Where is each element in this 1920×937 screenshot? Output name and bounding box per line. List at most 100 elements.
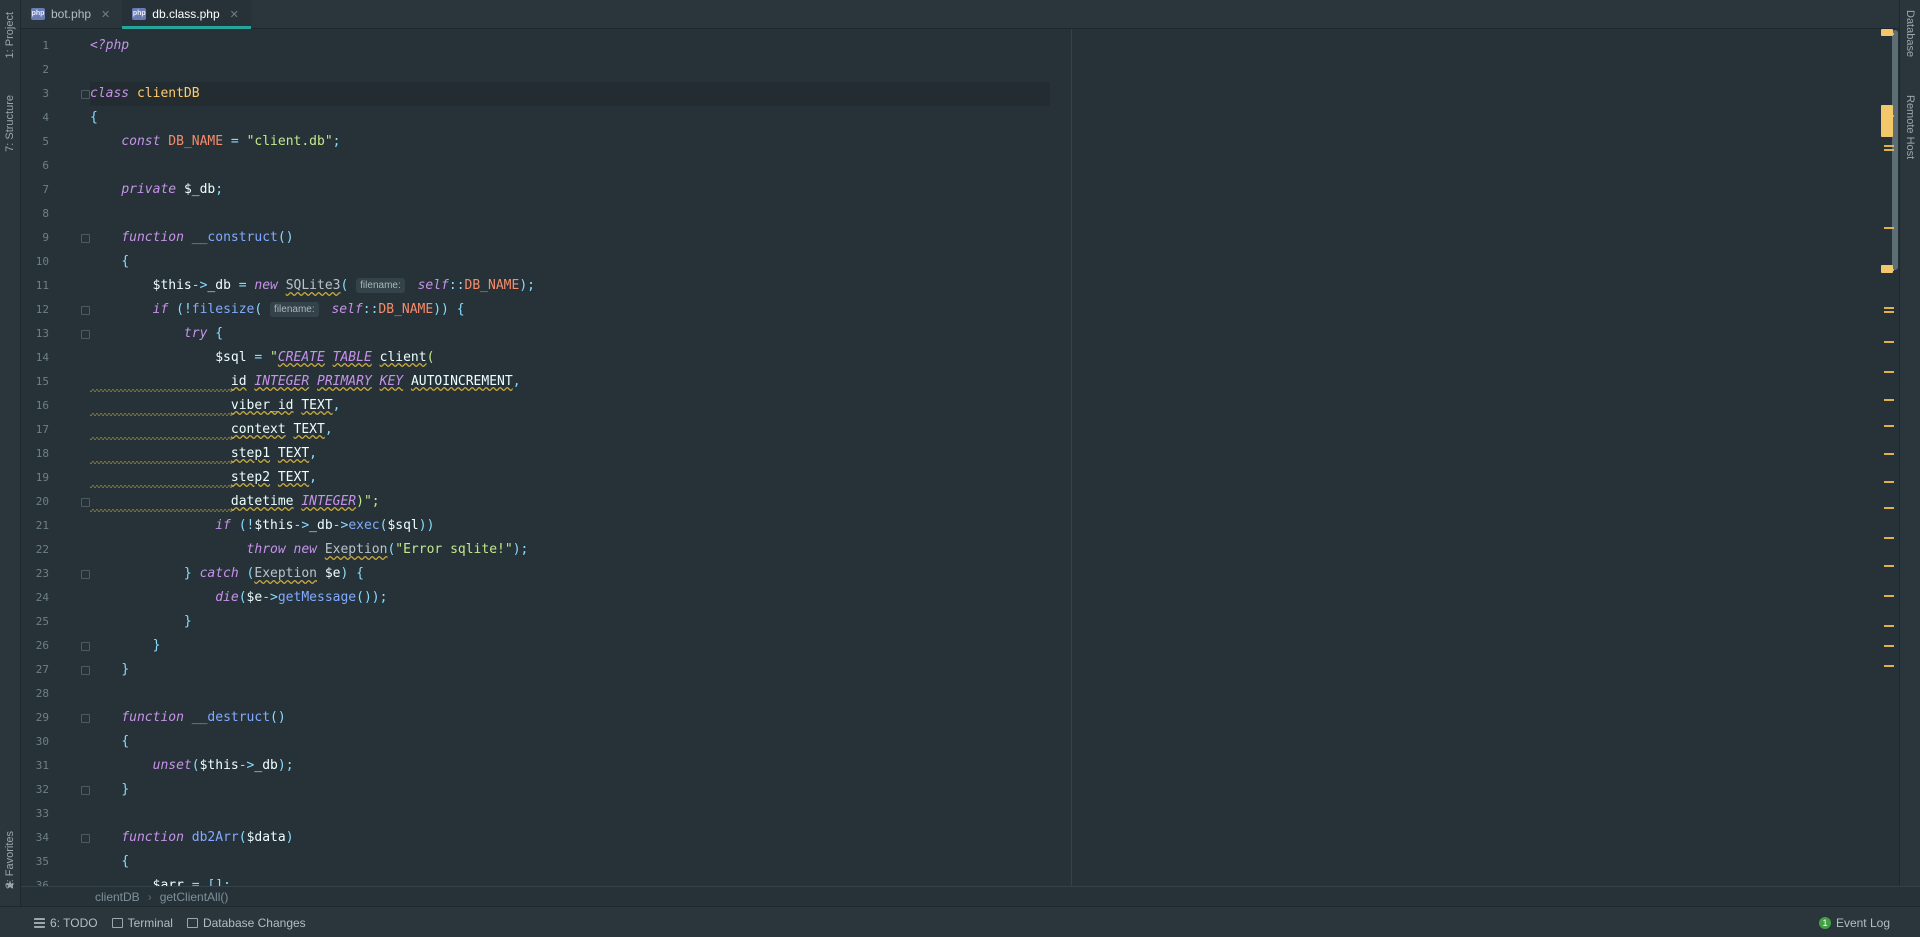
- line-number: 1: [42, 39, 49, 52]
- code-line[interactable]: $sql = "CREATE TABLE client(: [90, 346, 434, 370]
- left-tool-strip: 1: Project 7: Structure 2: Favorites ★: [0, 0, 21, 937]
- code-line[interactable]: if (!$this->_db->exec($sql)): [90, 514, 434, 538]
- line-number: 31: [35, 759, 49, 772]
- warning-marker[interactable]: [1881, 105, 1893, 137]
- code-line[interactable]: }: [90, 634, 161, 658]
- warning-marker[interactable]: [1884, 595, 1894, 597]
- code-line[interactable]: }: [90, 610, 192, 634]
- line-number: 2: [42, 63, 49, 76]
- code-line[interactable]: {: [90, 106, 98, 130]
- fold-marker-icon[interactable]: [81, 642, 90, 651]
- close-icon[interactable]: ✕: [101, 8, 110, 21]
- terminal-button[interactable]: Terminal: [111, 915, 173, 930]
- code-line[interactable]: step2 TEXT,: [90, 466, 317, 490]
- project-tool-label: 1: Project: [4, 11, 16, 59]
- code-line[interactable]: } catch (Exeption $e) {: [90, 562, 364, 586]
- fold-marker-icon[interactable]: [81, 330, 90, 339]
- tab-bot-php[interactable]: php bot.php ✕: [21, 0, 122, 28]
- warning-marker[interactable]: [1884, 149, 1894, 151]
- status-bar: 6: TODO Terminal Database Changes 1 Even…: [0, 906, 1920, 937]
- code-area[interactable]: <?php class clientDB{ const DB_NAME = "cl…: [90, 29, 1890, 886]
- warning-marker[interactable]: [1881, 29, 1893, 36]
- warning-marker[interactable]: [1884, 665, 1894, 667]
- line-number: 7: [42, 183, 49, 196]
- warning-marker[interactable]: [1884, 307, 1894, 309]
- code-line[interactable]: $this->_db = new SQLite3( filename: self…: [90, 274, 535, 298]
- fold-marker-icon[interactable]: [81, 786, 90, 795]
- code-editor[interactable]: 1 2 3 4 5 6 7 8 9 10 11 12 13 14 15 16 17 18 19 20 21 22 23 24 2…: [21, 29, 1899, 886]
- warning-marker[interactable]: [1884, 341, 1894, 343]
- code-line[interactable]: private $_db;: [90, 178, 223, 202]
- php-file-icon: php: [132, 8, 147, 20]
- close-icon[interactable]: ✕: [230, 8, 239, 21]
- code-line[interactable]: die($e->getMessage());: [90, 586, 387, 610]
- fold-marker-icon[interactable]: [81, 666, 90, 675]
- line-number: 24: [35, 591, 49, 604]
- line-number: 34: [35, 831, 49, 844]
- database-tool-button[interactable]: Database: [1900, 4, 1920, 64]
- warning-marker[interactable]: [1884, 227, 1894, 229]
- todo-button[interactable]: 6: TODO: [34, 916, 98, 930]
- warning-marker[interactable]: [1884, 565, 1894, 567]
- fold-marker-icon[interactable]: [81, 306, 90, 315]
- terminal-label: Terminal: [127, 915, 173, 930]
- warning-marker[interactable]: [1884, 399, 1894, 401]
- project-tool-button[interactable]: 1: Project: [0, 4, 20, 66]
- code-line[interactable]: $arr = [];: [90, 874, 231, 886]
- fold-marker-icon[interactable]: [81, 234, 90, 243]
- code-line[interactable]: step1 TEXT,: [90, 442, 317, 466]
- code-line[interactable]: {: [90, 730, 129, 754]
- line-number: 29: [35, 711, 49, 724]
- warning-marker[interactable]: [1884, 371, 1894, 373]
- code-line[interactable]: const DB_NAME = "client.db";: [90, 130, 340, 154]
- line-number: 6: [42, 159, 49, 172]
- list-icon: [34, 917, 45, 928]
- code-line[interactable]: }: [90, 778, 129, 802]
- code-line[interactable]: context TEXT,: [90, 418, 333, 442]
- warning-marker[interactable]: [1884, 453, 1894, 455]
- error-stripe[interactable]: [1878, 29, 1900, 886]
- code-line[interactable]: function __construct(): [90, 226, 293, 250]
- code-line[interactable]: viber_id TEXT,: [90, 394, 341, 418]
- code-line[interactable]: throw new Exeption("Error sqlite!");: [90, 538, 529, 562]
- fold-marker-icon[interactable]: [81, 834, 90, 843]
- warning-marker[interactable]: [1884, 481, 1894, 483]
- database-changes-icon: [186, 917, 198, 928]
- warning-marker[interactable]: [1884, 537, 1894, 539]
- breadcrumb-class[interactable]: clientDB: [95, 890, 140, 904]
- code-line[interactable]: if (!filesize( filename: self::DB_NAME))…: [90, 298, 465, 322]
- warning-marker[interactable]: [1881, 265, 1893, 273]
- event-log-button[interactable]: 1 Event Log: [1818, 916, 1890, 930]
- warning-marker[interactable]: [1884, 625, 1894, 627]
- code-line[interactable]: {: [90, 250, 129, 274]
- line-number: 25: [35, 615, 49, 628]
- code-line[interactable]: id INTEGER PRIMARY KEY AUTOINCREMENT,: [90, 370, 521, 394]
- warning-marker[interactable]: [1884, 507, 1894, 509]
- structure-tool-button[interactable]: 7: Structure: [0, 84, 20, 162]
- fold-marker-icon[interactable]: [81, 498, 90, 507]
- line-number: 10: [35, 255, 49, 268]
- line-number: 17: [35, 423, 49, 436]
- warning-marker[interactable]: [1884, 145, 1894, 147]
- database-changes-button[interactable]: Database Changes: [186, 916, 306, 930]
- code-line[interactable]: datetime INTEGER)";: [90, 490, 380, 514]
- fold-marker-icon[interactable]: [81, 570, 90, 579]
- code-line[interactable]: <?php: [90, 34, 129, 58]
- tab-db-class-php[interactable]: php db.class.php ✕: [122, 0, 251, 29]
- fold-marker-icon[interactable]: [81, 90, 90, 99]
- code-line[interactable]: function db2Arr($data): [90, 826, 293, 850]
- line-number: 12: [35, 303, 49, 316]
- code-line[interactable]: class clientDB: [90, 82, 1050, 106]
- fold-marker-icon[interactable]: [81, 714, 90, 723]
- breadcrumb-method[interactable]: getClientAll(): [160, 890, 229, 904]
- line-number: 14: [35, 351, 49, 364]
- warning-marker[interactable]: [1884, 425, 1894, 427]
- warning-marker[interactable]: [1884, 311, 1894, 313]
- remote-host-tool-button[interactable]: Remote Host: [1900, 84, 1920, 170]
- warning-marker[interactable]: [1884, 645, 1894, 647]
- code-line[interactable]: try {: [90, 322, 223, 346]
- code-line[interactable]: function __destruct(): [90, 706, 285, 730]
- code-line[interactable]: unset($this->_db);: [90, 754, 294, 778]
- code-line[interactable]: }: [90, 658, 129, 682]
- code-line[interactable]: {: [90, 850, 129, 874]
